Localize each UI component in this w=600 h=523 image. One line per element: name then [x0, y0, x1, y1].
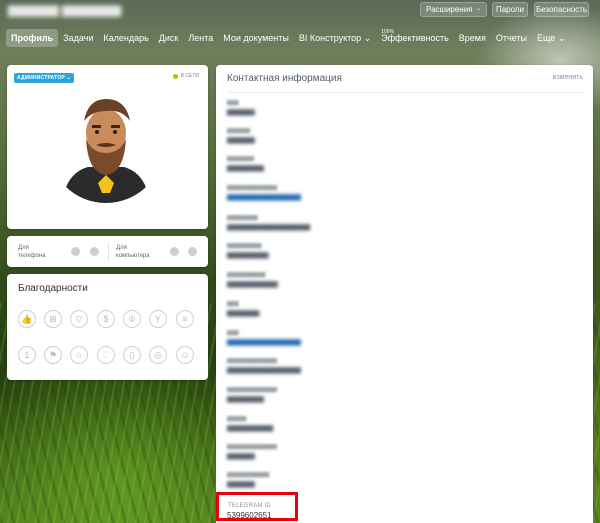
chevron-down-icon: ⌄	[475, 6, 481, 12]
cocktail-icon[interactable]: Y	[149, 310, 167, 328]
contact-info-card: Контактная информация изменить ▇▇▇ ▇▇▇▇▇▇…	[216, 65, 593, 523]
more-label: Еще	[536, 33, 556, 43]
main-nav: Профиль Задачи Календарь Диск Лента Мои …	[6, 28, 570, 48]
tab-feed[interactable]: Лента	[183, 29, 218, 47]
blurred-field: ▇▇▇▇▇▇ ▇▇▇▇▇▇	[227, 128, 255, 144]
contact-info-title: Контактная информация	[227, 73, 342, 84]
blurred-field: ▇▇▇▇▇▇▇▇▇▇▇▇▇▇▇	[227, 416, 274, 432]
divider	[108, 242, 109, 262]
bi-constructor-label: BI Конструктор	[298, 33, 362, 43]
blurred-field: ▇▇▇▇▇▇▇▇▇▇▇▇▇▇▇▇▇▇▇▇▇	[227, 387, 277, 403]
macos-icon[interactable]	[188, 247, 197, 256]
blurred-field: ▇▇▇▇▇▇▇▇▇ ▇▇▇▇▇▇▇▇▇	[227, 243, 269, 259]
trophy-icon[interactable]: ▽	[70, 310, 88, 328]
security-button[interactable]: Безопасность	[534, 2, 589, 17]
tab-reports[interactable]: Отчеты	[491, 29, 532, 47]
bearded-man-avatar-icon	[48, 87, 164, 203]
tab-tasks[interactable]: Задачи	[58, 29, 98, 47]
apple-icon[interactable]	[90, 247, 99, 256]
blurred-field: ▇▇▇▇▇▇▇▇▇▇▇▇▇▇▇	[227, 156, 264, 172]
gift-icon[interactable]: ⊞	[44, 310, 62, 328]
flag-icon[interactable]: ⚑	[44, 346, 62, 364]
profile-card: АДМИНИСТРАТОР ⌄ В СЕТИ	[7, 65, 208, 229]
blurred-field: ▇▇▇▇▇▇▇▇▇▇▇▇▇ ▇▇▇▇▇▇▇▇▇▇▇▇▇▇▇▇	[227, 358, 301, 374]
blurred-field: ▇▇▇▇▇▇▇▇▇▇▇▇▇▇▇▇▇▇▇	[227, 444, 277, 460]
tab-profile[interactable]: Профиль	[6, 29, 59, 47]
tab-time[interactable]: Время	[454, 29, 491, 47]
chevron-down-icon: ⌄	[557, 33, 566, 43]
android-icon[interactable]	[71, 247, 80, 256]
extensions-button[interactable]: Расширения ⌄	[420, 2, 487, 17]
blurred-field: ▇▇▇▇▇▇▇▇▇▇▇▇▇ ▇▇▇▇▇▇▇▇▇▇▇▇▇▇▇▇	[227, 185, 301, 201]
blurred-field: ▇▇▇▇▇▇▇▇▇▇▇▇▇▇▇▇▇▇▇	[227, 330, 301, 346]
chevron-down-icon: ⌄	[66, 75, 71, 81]
blurred-field: ▇▇▇ ▇▇▇▇▇▇▇	[227, 301, 260, 317]
phone-app-label: Для телефона	[18, 245, 46, 259]
edit-link[interactable]: изменить	[553, 74, 583, 81]
highlight-box	[216, 492, 298, 521]
efficiency-percent: 100%	[381, 29, 395, 35]
avatar[interactable]	[48, 87, 164, 203]
crown-icon[interactable]: ♔	[123, 310, 141, 328]
admin-badge[interactable]: АДМИНИСТРАТОР ⌄	[14, 73, 74, 83]
tab-calendar[interactable]: Календарь	[98, 29, 153, 47]
star-icon[interactable]: ☆	[70, 346, 88, 364]
divider	[227, 92, 582, 93]
desktop-app-label: Для компьютера	[116, 245, 150, 259]
windows-icon[interactable]	[170, 247, 179, 256]
cake-icon[interactable]: ≡	[176, 310, 194, 328]
thanks-card: Благодарности 👍 ⊞ ▽ $ ♔ Y ≡ 1 ⚑ ☆ ♡ ▯ ◎ …	[7, 274, 208, 380]
admin-badge-label: АДМИНИСТРАТОР	[17, 75, 65, 81]
blurred-field: ▇▇▇▇▇▇▇▇▇▇▇ ▇▇▇▇▇▇	[227, 472, 270, 488]
thumbs-up-icon[interactable]: 👍	[18, 310, 36, 328]
top-bar: ▇▇▇▇▇▇ ▇▇▇▇▇▇▇ Расширения ⌄ Пароли Безоп…	[0, 0, 600, 22]
blurred-field: ▇▇▇ ▇▇▇▇▇▇	[227, 100, 255, 116]
money-icon[interactable]: $	[97, 310, 115, 328]
number-one-icon[interactable]: 1	[18, 346, 36, 364]
beer-icon[interactable]: ▯	[123, 346, 141, 364]
online-status: В СЕТИ	[172, 73, 199, 79]
passwords-button[interactable]: Пароли	[492, 2, 528, 17]
chevron-down-icon: ⌄	[363, 33, 372, 43]
heart-icon[interactable]: ♡	[97, 346, 115, 364]
tab-more[interactable]: Еще ⌄	[532, 29, 570, 47]
blurred-field: ▇▇▇▇▇▇▇▇▇▇▇▇▇▇▇▇▇▇▇▇▇	[227, 272, 278, 288]
user-name-blurred: ▇▇▇▇▇▇ ▇▇▇▇▇▇▇	[8, 5, 122, 17]
tab-bi-constructor[interactable]: BI Конструктор ⌄	[294, 29, 376, 47]
medal-icon[interactable]: ◎	[149, 346, 167, 364]
online-dot-icon	[172, 73, 178, 79]
tab-efficiency[interactable]: 100% Эффективность	[376, 29, 454, 47]
apps-card: Для телефона Для компьютера	[7, 236, 208, 267]
security-label: Безопасность	[535, 5, 588, 14]
passwords-label: Пароли	[495, 5, 525, 14]
tab-my-documents[interactable]: Мои документы	[218, 29, 294, 47]
extensions-label: Расширения	[426, 5, 473, 14]
blurred-field: ▇▇▇▇▇▇▇▇ ▇▇▇▇▇▇▇▇▇▇▇▇▇▇▇▇▇▇	[227, 215, 311, 231]
online-status-label: В СЕТИ	[180, 73, 199, 79]
smile-icon[interactable]: ☺	[176, 346, 194, 364]
tab-disk[interactable]: Диск	[154, 29, 184, 47]
thanks-title: Благодарности	[18, 283, 88, 294]
